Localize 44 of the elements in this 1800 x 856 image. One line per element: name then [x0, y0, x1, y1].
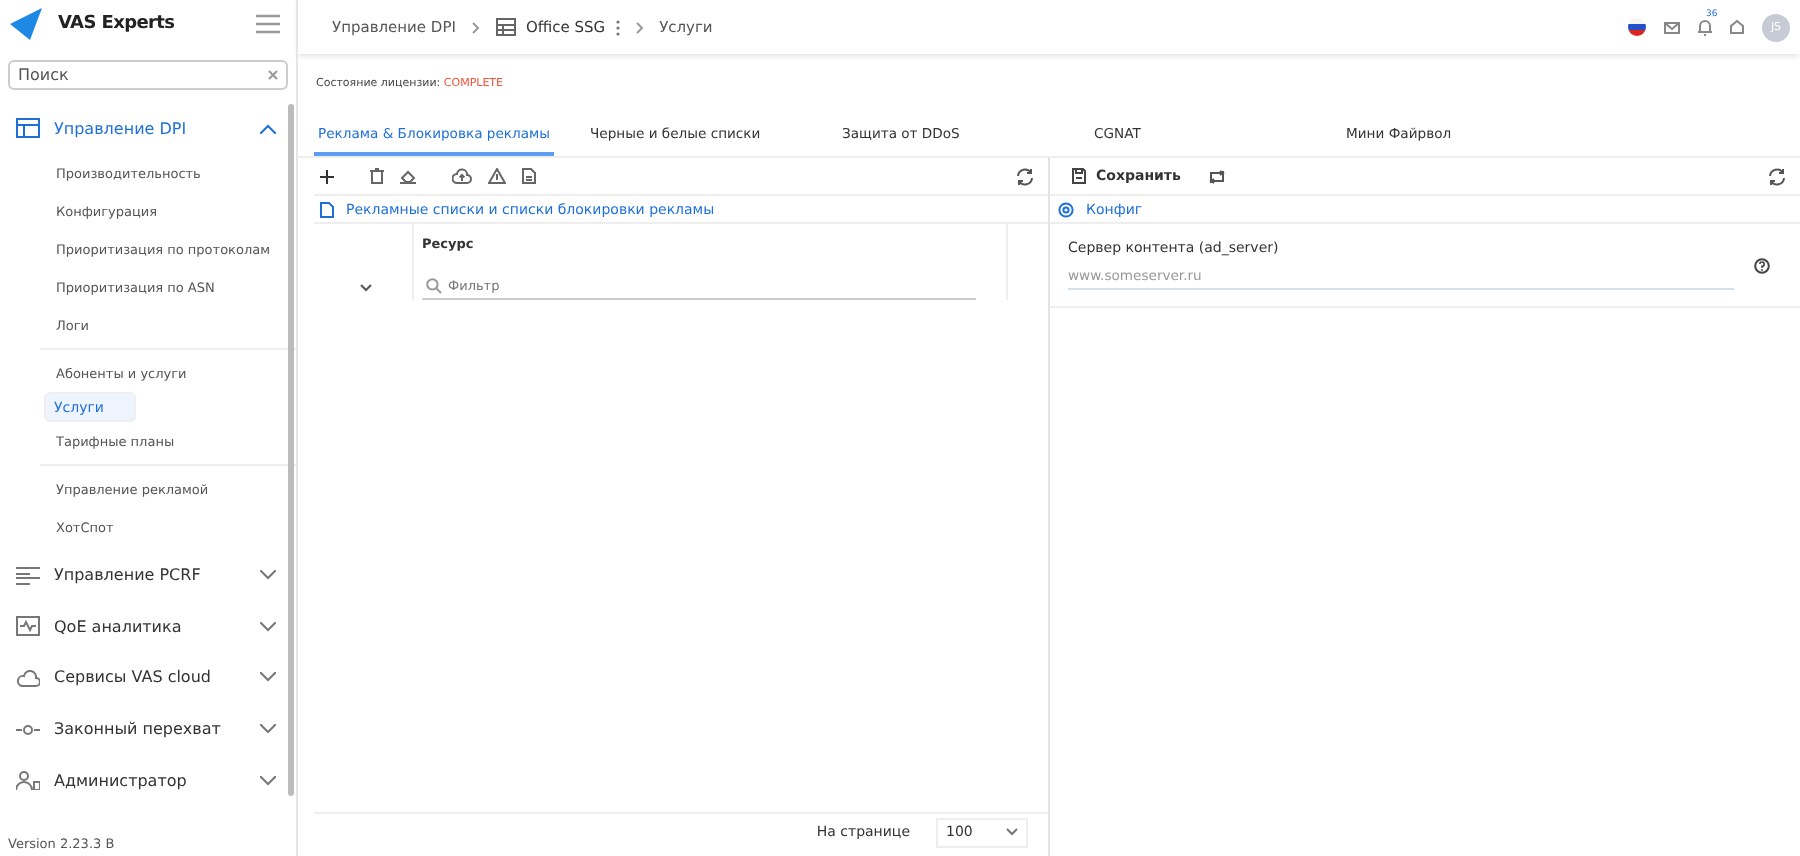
menu-icon[interactable] [256, 14, 280, 34]
nav-group[interactable]: Управление DPI [0, 106, 296, 150]
help-icon[interactable] [1754, 257, 1770, 273]
nav-group[interactable]: QoE аналитика [0, 601, 296, 653]
add-icon[interactable] [320, 169, 334, 183]
chevron-right-icon [635, 21, 644, 33]
swap-icon[interactable] [1208, 169, 1227, 183]
chevron-icon [260, 123, 276, 133]
cloud-upload-icon[interactable] [452, 168, 472, 184]
bell-icon[interactable] [1698, 19, 1712, 35]
chevron-icon[interactable] [360, 284, 372, 292]
chevron-right-icon [471, 21, 480, 33]
table-icon [495, 18, 516, 36]
save-icon [1072, 168, 1086, 184]
eraser-icon[interactable] [400, 168, 416, 184]
refresh-icon[interactable] [1016, 167, 1034, 185]
home-icon[interactable] [1730, 20, 1744, 34]
brand-name: VAS Experts [58, 14, 175, 34]
mail-icon[interactable] [1664, 21, 1680, 33]
chevron-icon [1006, 828, 1018, 836]
search-icon [426, 278, 442, 294]
chevron-icon [260, 570, 276, 581]
refresh-icon[interactable] [1768, 167, 1786, 185]
nav-group[interactable]: Администратор [0, 754, 296, 806]
node-icon [16, 719, 40, 740]
flag-icon[interactable] [1628, 18, 1646, 36]
document-icon [320, 201, 334, 217]
table-icon [16, 118, 40, 138]
logo-icon [10, 8, 46, 40]
clear-icon[interactable] [268, 70, 278, 80]
chevron-icon [260, 724, 276, 735]
chevron-icon [260, 621, 276, 632]
cloud-icon [16, 667, 40, 688]
chevron-icon [260, 775, 276, 786]
document-icon[interactable] [522, 168, 536, 184]
more-icon[interactable] [615, 19, 620, 35]
chevron-icon [260, 672, 276, 683]
user-icon [16, 770, 40, 791]
nav-group[interactable]: Сервисы VAS cloud [0, 652, 296, 704]
search-field[interactable]: Поиск [8, 60, 288, 90]
trash-icon[interactable] [370, 168, 384, 184]
nav-group[interactable]: Законный перехват [0, 703, 296, 755]
nav-group[interactable]: Управление PCRF [0, 550, 296, 602]
chart-icon [16, 616, 40, 637]
